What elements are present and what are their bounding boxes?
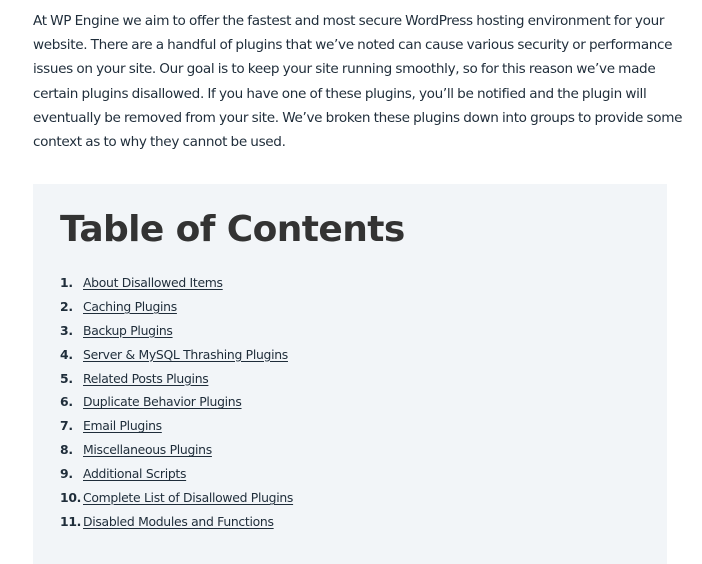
toc-item: 6. Duplicate Behavior Plugins xyxy=(60,394,293,418)
toc-item-number: 3. xyxy=(60,322,73,338)
toc-link-related-posts-plugins[interactable]: Related Posts Plugins xyxy=(83,371,209,386)
toc-item: 2. Caching Plugins xyxy=(60,299,293,323)
intro-paragraph: At WP Engine we aim to offer the fastest… xyxy=(33,13,683,151)
toc-link-duplicate-behavior-plugins[interactable]: Duplicate Behavior Plugins xyxy=(83,394,242,409)
toc-link-caching-plugins[interactable]: Caching Plugins xyxy=(83,299,177,314)
toc-item-number: 5. xyxy=(60,370,73,386)
toc-item-number: 9. xyxy=(60,466,73,482)
toc-link-email-plugins[interactable]: Email Plugins xyxy=(83,418,162,433)
toc-item-number: 11. xyxy=(60,513,82,529)
toc-item-number: 8. xyxy=(60,442,73,458)
toc-item-number: 7. xyxy=(60,418,73,434)
toc-link-server-mysql-thrashing-plugins[interactable]: Server & MySQL Thrashing Plugins xyxy=(83,347,288,362)
toc-link-miscellaneous-plugins[interactable]: Miscellaneous Plugins xyxy=(83,442,212,457)
toc-item-number: 10. xyxy=(60,490,82,506)
toc-link-about-disallowed-items[interactable]: About Disallowed Items xyxy=(83,275,223,290)
toc-item: 11. Disabled Modules and Functions xyxy=(60,514,293,538)
toc-link-additional-scripts[interactable]: Additional Scripts xyxy=(83,466,186,481)
toc-item: 9. Additional Scripts xyxy=(60,466,293,490)
toc-item: 4. Server & MySQL Thrashing Plugins xyxy=(60,347,293,371)
toc-item: 8. Miscellaneous Plugins xyxy=(60,442,293,466)
toc-link-backup-plugins[interactable]: Backup Plugins xyxy=(83,323,173,338)
toc-item: 7. Email Plugins xyxy=(60,418,293,442)
toc-item: 10. Complete List of Disallowed Plugins xyxy=(60,490,293,514)
toc-link-disabled-modules-and-functions[interactable]: Disabled Modules and Functions xyxy=(83,514,274,529)
toc-item-number: 4. xyxy=(60,346,73,362)
toc-item-number: 2. xyxy=(60,298,73,314)
table-of-contents: Table of Contents 1. About Disallowed It… xyxy=(33,184,667,564)
toc-item: 1. About Disallowed Items xyxy=(60,275,293,299)
toc-item-number: 1. xyxy=(60,275,73,290)
toc-item-number: 6. xyxy=(60,394,73,410)
toc-list: 1. About Disallowed Items 2. Caching Plu… xyxy=(60,275,293,538)
toc-title: Table of Contents xyxy=(60,209,405,250)
toc-item: 5. Related Posts Plugins xyxy=(60,371,293,395)
toc-item: 3. Backup Plugins xyxy=(60,323,293,347)
toc-link-complete-list-of-disallowed-plugins[interactable]: Complete List of Disallowed Plugins xyxy=(83,490,293,505)
